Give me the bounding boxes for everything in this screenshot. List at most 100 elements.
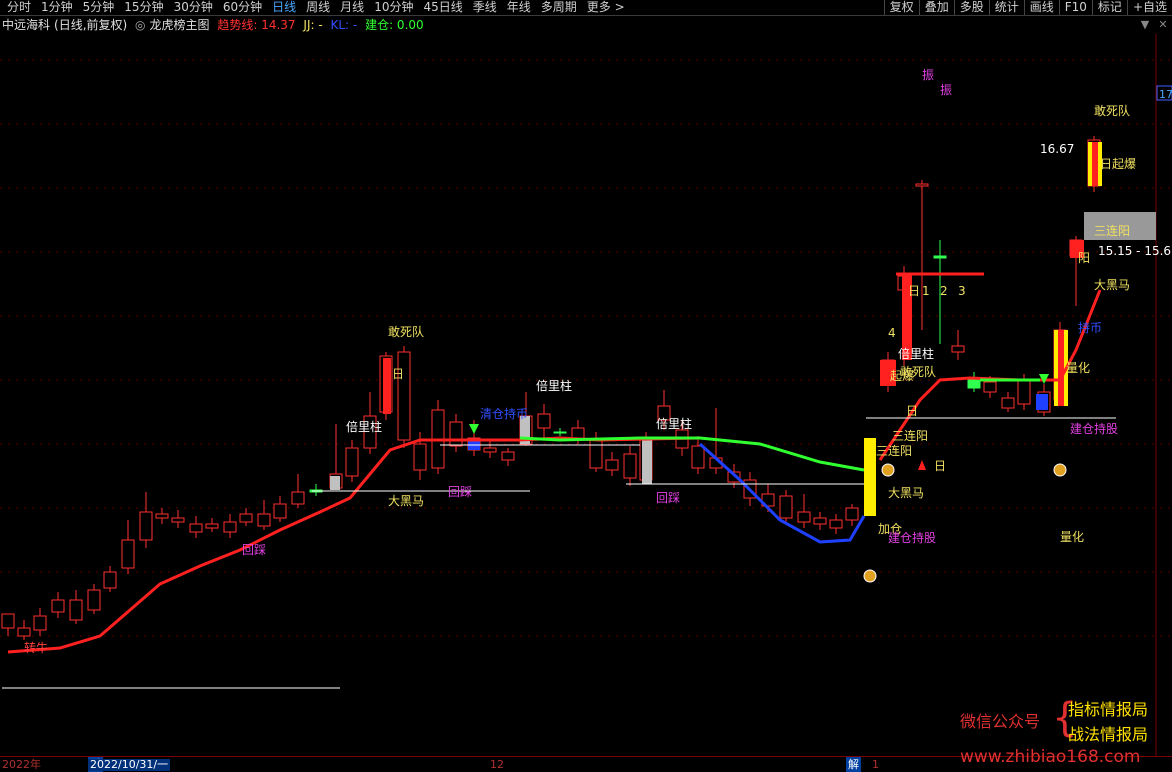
chart-info-bar: 中远海科 (日线,前复权) ◎ 龙虎榜主图 趋势线: 14.37 JJ: - KL:… xyxy=(2,17,428,33)
chart-annotation-15: 敢死队 xyxy=(1094,103,1130,118)
period-tab-8[interactable]: 月线 xyxy=(335,0,369,15)
chart-annotation-28: 日 xyxy=(906,404,918,418)
period-tabs: 分时 1分钟 5分钟 15分钟 30分钟 60分钟 日线 周线 月线 10分钟 45日线 季线 年线 多周… xyxy=(2,0,630,15)
candle-body-52 xyxy=(915,183,929,187)
toolbar-action-5[interactable]: F10 xyxy=(1058,0,1092,15)
toolbar-action-3[interactable]: 统计 xyxy=(988,0,1024,15)
chart-annotation-27: 起爆 xyxy=(890,369,914,383)
candle-body-47 xyxy=(813,517,827,525)
axis-month-12: 12 xyxy=(490,758,504,771)
candle-body-24 xyxy=(413,443,427,471)
buy-arrow-0 xyxy=(469,424,479,434)
candle-body-3 xyxy=(51,599,65,613)
indicator-toggle-icon[interactable]: ◎ xyxy=(135,18,145,32)
axis-month-1: 1 xyxy=(872,758,879,771)
signal-bar-6 xyxy=(864,438,876,516)
axis-cursor-date-label: 2022/10/31/一 xyxy=(88,758,171,771)
chart-annotation-29: 三连阳 xyxy=(892,428,928,443)
stock-name: 中远海科 xyxy=(2,18,51,32)
chart-annotation-4: 倍里柱 xyxy=(898,346,934,361)
signal-bar-9 xyxy=(1036,394,1048,410)
toolbar-action-4[interactable]: 画线 xyxy=(1023,0,1059,15)
chart-annotation-23: 2 xyxy=(940,284,948,298)
watermark-left: 微信公众号 xyxy=(960,712,1041,731)
coin-icon-1 xyxy=(881,463,895,477)
candle-body-1 xyxy=(17,627,31,637)
chart-annotation-34: 建仓持股 xyxy=(888,530,936,545)
watermark-line2: 战法情报局 xyxy=(1068,725,1149,744)
kline-mode: (日线,前复权) xyxy=(54,18,128,32)
period-tab-7[interactable]: 周线 xyxy=(301,0,335,15)
candle-body-4 xyxy=(69,599,83,621)
period-tab-3[interactable]: 15分钟 xyxy=(119,0,168,15)
period-tab-11[interactable]: 季线 xyxy=(468,0,502,15)
close-icon[interactable]: ✕ xyxy=(1158,18,1168,32)
period-tab-14[interactable]: 更多 > xyxy=(582,0,630,15)
period-tab-1[interactable]: 1分钟 xyxy=(36,0,78,15)
chart-annotation-21: 日 xyxy=(908,284,920,298)
chart-annotation-14: 振 xyxy=(940,83,952,97)
axis-jie-marker[interactable]: 解 xyxy=(846,757,861,772)
period-tab-4[interactable]: 30分钟 xyxy=(169,0,218,15)
add-arrow xyxy=(918,460,926,470)
chart-annotation-25: 4 xyxy=(888,326,896,340)
chart-annotation-35: 量化 xyxy=(1060,530,1084,544)
chevron-down-icon[interactable]: ▼ xyxy=(1140,18,1150,32)
candle-body-11 xyxy=(189,523,203,533)
candle-body-35 xyxy=(605,459,619,471)
period-tab-5[interactable]: 60分钟 xyxy=(218,0,267,15)
jiancang-value: 建仓: 0.00 xyxy=(365,18,424,32)
chart-annotation-0: 敢死队 xyxy=(388,324,424,339)
signal-bar-11 xyxy=(1058,330,1064,406)
chart-annotation-8: 回踩 xyxy=(448,485,472,499)
toolbar-action-7[interactable]: +自选 xyxy=(1126,0,1172,15)
candle-body-0 xyxy=(1,613,15,629)
signal-bar-1 xyxy=(383,358,391,414)
period-tab-0[interactable]: 分时 xyxy=(2,0,36,15)
candle-body-16 xyxy=(273,503,287,519)
candle-body-36 xyxy=(623,453,637,479)
chart-annotation-3: 倍里柱 xyxy=(656,416,692,431)
chart-annotation-24: 3 xyxy=(958,284,966,298)
period-tab-12[interactable]: 年线 xyxy=(502,0,536,15)
candle-body-6 xyxy=(103,571,117,589)
jj-value: JJ: - xyxy=(303,18,323,32)
trend-line-value: 趋势线: 14.37 xyxy=(217,18,296,32)
toolbar-action-6[interactable]: 标记 xyxy=(1091,0,1127,15)
candle-body-54 xyxy=(951,345,965,353)
period-tab-10[interactable]: 45日线 xyxy=(418,0,467,15)
period-toolbar: 分时 1分钟 5分钟 15分钟 30分钟 60分钟 日线 周线 月线 10分钟 45日线 季线 年线 多周… xyxy=(0,0,1172,16)
candle-body-53 xyxy=(933,255,947,259)
period-tab-6[interactable]: 日线 xyxy=(267,0,301,15)
watermark-url: www.zhibiao168.com xyxy=(960,747,1141,767)
period-tab-2[interactable]: 5分钟 xyxy=(78,0,120,15)
toolbar-action-0[interactable]: 复权 xyxy=(883,0,919,15)
coin-icon-0 xyxy=(863,569,877,583)
chart-annotation-20: 阳 xyxy=(1078,251,1090,265)
coin-icon-2 xyxy=(1053,463,1067,477)
kline-chart[interactable]: 17敢死队倍里柱倍里柱倍里柱倍里柱日清仓持币回踩回踩 回踩大黑马大黑马大黑马振振敢… xyxy=(0,34,1172,756)
chart-annotation-31: 日 xyxy=(934,459,946,473)
candle-body-48 xyxy=(829,519,843,529)
candle-body-5 xyxy=(87,589,101,611)
candle-body-45 xyxy=(779,495,793,519)
candle-body-34 xyxy=(589,439,603,469)
chart-annotation-7: 回踩 xyxy=(242,543,266,557)
signal-bar-4 xyxy=(642,438,652,484)
chart-annotation-2: 倍里柱 xyxy=(536,378,572,393)
chart-annotation-37: 持币 xyxy=(1078,320,1102,335)
toolbar-actions: 复权 叠加 多股 统计 画线 F10 标记 +自选 xyxy=(883,0,1172,15)
candle-body-20 xyxy=(345,447,359,477)
indicator-name[interactable]: 龙虎榜主图 xyxy=(150,18,210,32)
toolbar-action-2[interactable]: 多股 xyxy=(953,0,989,15)
toolbar-action-1[interactable]: 叠加 xyxy=(918,0,954,15)
chart-annotation-10: 大黑马 xyxy=(388,494,424,508)
candle-body-58 xyxy=(1017,379,1031,405)
period-tab-9[interactable]: 10分钟 xyxy=(369,0,418,15)
period-tab-13[interactable]: 多周期 xyxy=(536,0,582,15)
candle-body-9 xyxy=(155,513,169,519)
chart-annotation-5: 日 xyxy=(392,367,404,381)
chart-annotation-33: 建仓持股 xyxy=(1070,421,1118,436)
chart-annotation-6: 清仓持币 xyxy=(480,406,528,421)
candle-body-31 xyxy=(537,413,551,429)
